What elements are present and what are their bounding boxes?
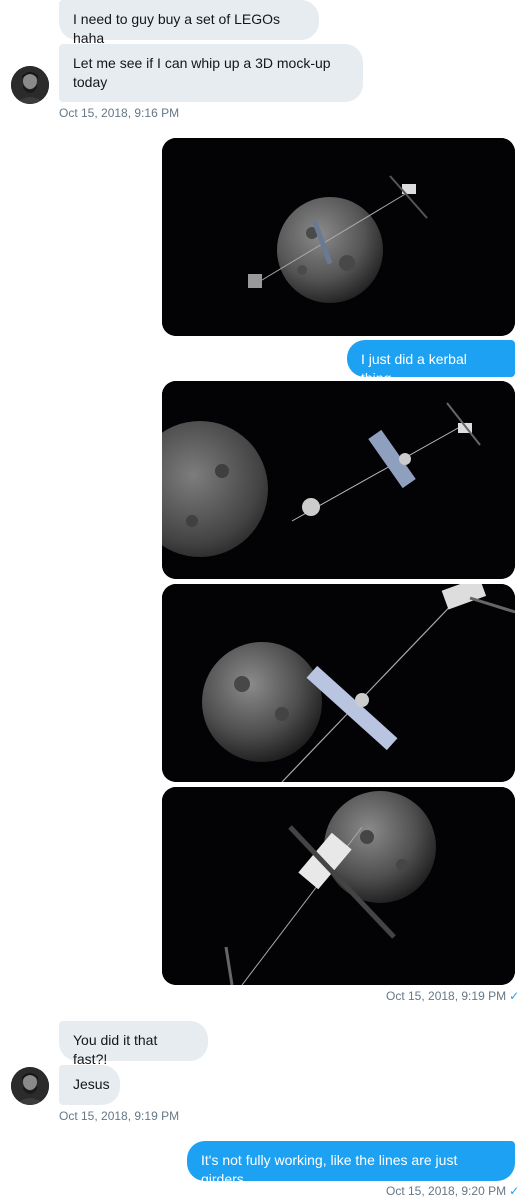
avatar-photo — [11, 66, 49, 104]
timestamp: Oct 15, 2018, 9:16 PM — [59, 106, 180, 120]
message-bubble-received[interactable]: Jesus — [59, 1065, 120, 1105]
timestamp-text: Oct 15, 2018, 9:19 PM — [386, 989, 507, 1003]
message-bubble-sent[interactable]: It's not fully working, like the lines a… — [187, 1141, 515, 1187]
message-bubble-received[interactable]: I need to guy buy a set of LEGOs haha — [59, 0, 319, 46]
message-bubble-received[interactable]: You did it that fast?! — [59, 1021, 208, 1067]
check-icon: ✓ — [509, 989, 520, 1003]
space-station-image — [162, 787, 515, 985]
space-station-image — [162, 381, 515, 579]
timestamp: Oct 15, 2018, 9:19 PM — [59, 1109, 180, 1123]
avatar[interactable] — [11, 66, 49, 104]
shared-image[interactable] — [162, 584, 515, 782]
shared-image[interactable] — [162, 787, 515, 985]
message-bubble-sent[interactable]: I just did a kerbal thing — [347, 340, 515, 386]
timestamp: Oct 15, 2018, 9:19 PM ✓ — [386, 989, 519, 1003]
avatar-photo — [11, 1067, 49, 1105]
message-bubble-received[interactable]: Let me see if I can whip up a 3D mock-up… — [59, 44, 363, 102]
avatar[interactable] — [11, 1067, 49, 1105]
space-station-image — [162, 584, 515, 782]
timestamp: Oct 15, 2018, 9:20 PM ✓ — [386, 1184, 519, 1198]
space-station-image — [162, 138, 515, 336]
check-icon: ✓ — [509, 1184, 520, 1198]
timestamp-text: Oct 15, 2018, 9:20 PM — [386, 1184, 507, 1198]
shared-image[interactable] — [162, 381, 515, 579]
shared-image[interactable] — [162, 138, 515, 336]
